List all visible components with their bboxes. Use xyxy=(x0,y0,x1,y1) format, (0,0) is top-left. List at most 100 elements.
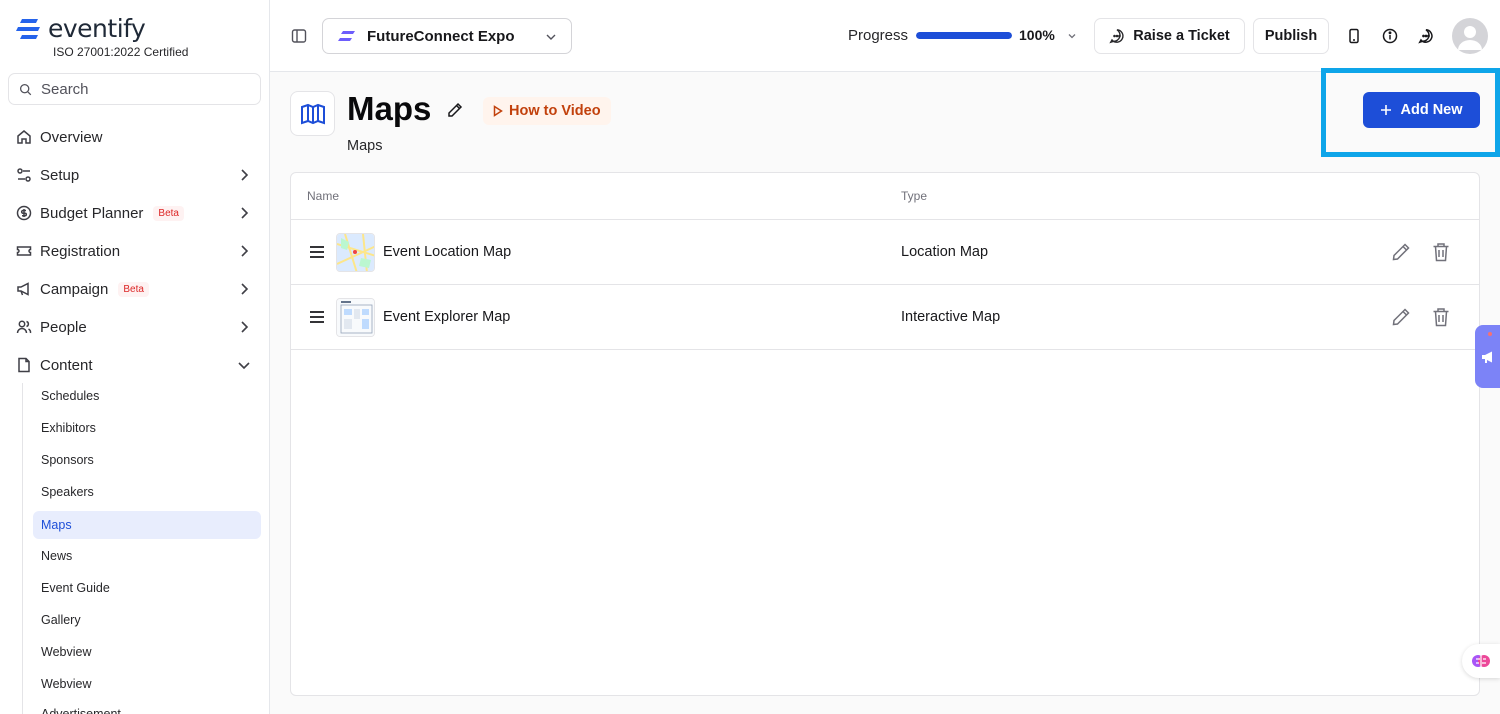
sidebar-subitem-sponsors[interactable]: Sponsors xyxy=(33,446,261,474)
search-box[interactable] xyxy=(8,73,261,105)
chevron-right-icon xyxy=(241,169,249,181)
sidebar-subitem-exhibitors[interactable]: Exhibitors xyxy=(33,414,261,442)
raise-ticket-button[interactable]: Raise a Ticket xyxy=(1094,18,1245,54)
top-header: FutureConnect Expo Progress 100% Raise a… xyxy=(270,0,1500,72)
eventify-logo-icon xyxy=(16,18,40,39)
sidebar-item-label: Budget Planner xyxy=(40,204,144,222)
map-type: Interactive Map xyxy=(901,309,1001,325)
sidebar-item-label: Campaign xyxy=(40,280,109,298)
play-icon xyxy=(493,105,503,117)
progress-bar xyxy=(916,32,1012,39)
event-selector[interactable]: FutureConnect Expo xyxy=(322,18,572,54)
sidebar-item-overview[interactable]: Overview xyxy=(8,120,261,154)
plus-icon xyxy=(1381,105,1392,115)
search-input[interactable] xyxy=(41,80,241,98)
table-row[interactable]: Event Explorer Map Interactive Map xyxy=(291,285,1479,350)
event-name: FutureConnect Expo xyxy=(367,27,515,45)
sidebar-item-campaign[interactable]: Campaign Beta xyxy=(8,272,261,306)
sliders-icon xyxy=(16,167,32,183)
mobile-preview-icon[interactable] xyxy=(1346,28,1362,44)
add-new-label: Add New xyxy=(1400,102,1463,118)
page-icon xyxy=(290,91,335,136)
sidebar-item-label: People xyxy=(40,318,87,336)
sidebar-item-label: Registration xyxy=(40,242,121,260)
column-header-name: Name xyxy=(307,189,340,203)
edit-pencil-icon[interactable] xyxy=(1391,242,1411,262)
edit-pencil-icon[interactable] xyxy=(1391,307,1411,327)
table-row[interactable]: Event Location Map Location Map xyxy=(291,220,1479,285)
how-to-video-button[interactable]: How to Video xyxy=(483,97,611,125)
document-icon xyxy=(16,357,32,373)
info-icon[interactable] xyxy=(1382,28,1398,44)
sidebar-item-registration[interactable]: Registration xyxy=(8,234,261,268)
brand[interactable]: eventify xyxy=(16,14,146,43)
chat-bubble-icon xyxy=(1109,29,1124,44)
ai-assistant-button[interactable] xyxy=(1462,644,1500,678)
sidebar-subitem-news[interactable]: News xyxy=(33,542,261,570)
chevron-right-icon xyxy=(241,207,249,219)
progress-label: Progress xyxy=(848,27,909,44)
map-icon xyxy=(300,103,325,124)
page-title: Maps xyxy=(347,90,432,127)
chevron-right-icon xyxy=(241,321,249,333)
beta-badge: Beta xyxy=(118,281,149,297)
column-header-type: Type xyxy=(901,189,928,203)
sidebar-subitem-webview-2[interactable]: Webview xyxy=(33,670,261,698)
location-map-thumbnail xyxy=(336,233,375,272)
sidebar-item-label: Overview xyxy=(40,128,103,146)
sidebar-subitem-webview[interactable]: Webview xyxy=(33,638,261,666)
brain-icon xyxy=(1472,655,1490,667)
sidebar-item-label: Setup xyxy=(40,166,80,184)
sidebar-subitem-schedules[interactable]: Schedules xyxy=(33,382,261,410)
map-type: Location Map xyxy=(901,244,989,260)
messages-icon[interactable] xyxy=(1418,28,1434,44)
sidebar-subitem-maps[interactable]: Maps xyxy=(33,511,261,539)
publish-label: Publish xyxy=(1264,28,1318,44)
drag-handle-icon[interactable] xyxy=(309,245,325,259)
sidebar-subitem-speakers[interactable]: Speakers xyxy=(33,478,261,506)
progress-bar-fill xyxy=(916,32,1012,39)
home-icon xyxy=(16,129,32,145)
ticket-icon xyxy=(16,243,32,259)
trash-icon[interactable] xyxy=(1432,242,1450,262)
sidebar-item-budget-planner[interactable]: Budget Planner Beta xyxy=(8,196,261,230)
submenu-guide-line xyxy=(22,383,23,714)
chevron-right-icon xyxy=(241,283,249,295)
sidebar: eventify ISO 27001:2022 Certified Overvi… xyxy=(0,0,270,714)
publish-button[interactable]: Publish xyxy=(1253,18,1329,54)
megaphone-icon xyxy=(1481,351,1492,363)
maps-table: Name Type Event Location Map Location Ma… xyxy=(290,172,1480,696)
map-name: Event Location Map xyxy=(383,244,512,260)
raise-ticket-label: Raise a Ticket xyxy=(1133,28,1230,44)
event-logo-icon xyxy=(338,31,355,41)
page-subtitle: Maps xyxy=(347,138,383,154)
chevron-right-icon xyxy=(241,245,249,257)
search-icon xyxy=(19,83,32,95)
user-icon xyxy=(1458,26,1482,50)
edit-title-pencil-icon[interactable] xyxy=(447,102,463,118)
how-to-video-label: How to Video xyxy=(509,103,601,119)
add-new-button[interactable]: Add New xyxy=(1363,92,1480,128)
sidebar-subitem-gallery[interactable]: Gallery xyxy=(33,606,261,634)
avatar[interactable] xyxy=(1452,18,1488,54)
map-name: Event Explorer Map xyxy=(383,309,511,325)
drag-handle-icon[interactable] xyxy=(309,310,325,324)
users-icon xyxy=(16,319,32,335)
sidebar-item-label: Content xyxy=(40,356,93,374)
trash-icon[interactable] xyxy=(1432,307,1450,327)
explorer-map-thumbnail xyxy=(336,298,375,337)
chevron-down-icon xyxy=(546,34,556,40)
sidebar-subitem-advertisement[interactable]: Advertisement xyxy=(33,700,261,714)
sidebar-item-setup[interactable]: Setup xyxy=(8,158,261,192)
megaphone-icon xyxy=(16,281,32,297)
progress-percentage: 100% xyxy=(1019,27,1055,43)
sidebar-item-people[interactable]: People xyxy=(8,310,261,344)
certification-label: ISO 27001:2022 Certified xyxy=(53,45,189,59)
dollar-icon xyxy=(16,205,32,221)
progress-chevron-down-icon[interactable] xyxy=(1067,31,1077,41)
beta-badge: Beta xyxy=(153,205,184,221)
sidebar-toggle-icon[interactable] xyxy=(291,28,307,44)
sidebar-subitem-event-guide[interactable]: Event Guide xyxy=(33,574,261,602)
sidebar-item-content[interactable]: Content xyxy=(8,348,261,382)
table-header: Name Type xyxy=(291,173,1479,220)
